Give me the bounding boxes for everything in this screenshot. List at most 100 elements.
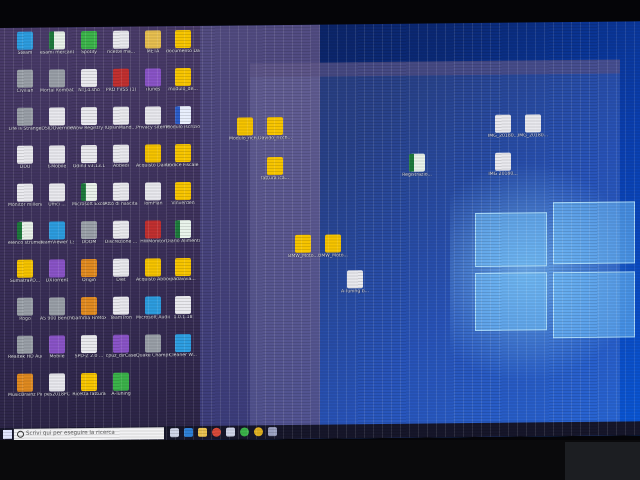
doc-file-icon xyxy=(49,107,65,126)
desktop-icon[interactable]: Wow Registry Cleaner xyxy=(72,106,106,132)
desktop-icon[interactable]: Steam xyxy=(8,31,42,57)
desktop-icon[interactable]: Realtek HD Audio Center xyxy=(8,335,42,361)
desktop-icon[interactable]: UpsinMand... xyxy=(104,106,138,132)
desktop-icon[interactable]: A-Tuning b... xyxy=(338,270,372,295)
desktop-icon[interactable]: Mobile xyxy=(40,335,74,360)
desktop-icon[interactable]: Diet xyxy=(104,258,138,284)
desktop-icon[interactable]: Uffici ... xyxy=(40,183,74,208)
desktop-icon[interactable]: IMG_20180... xyxy=(516,114,550,139)
desktop-icon[interactable]: Gamma Firefox xyxy=(72,296,106,322)
desktop-icon[interactable]: esami mercantil.xlsx xyxy=(40,31,74,56)
app4-file-icon xyxy=(17,373,33,392)
doc-file-icon xyxy=(81,144,97,164)
mail-icon[interactable] xyxy=(268,427,277,437)
search-icon xyxy=(17,430,24,438)
desktop-icon[interactable]: Rogo xyxy=(8,297,42,323)
desktop-icon-label: Acquisto Dainese V... xyxy=(136,163,170,169)
app3-file-icon xyxy=(113,334,129,353)
start-button[interactable] xyxy=(3,429,12,439)
desktop-icon[interactable]: TeamTron xyxy=(104,296,138,322)
desktop-icon[interactable]: Cleaner W... xyxy=(166,333,200,359)
desktop-icon[interactable]: DDU xyxy=(8,145,42,171)
desktop-icon[interactable]: Atto di nascita xyxy=(104,182,138,208)
desktop-icon[interactable]: Monitor millenager xyxy=(8,183,42,209)
desktop-icon[interactable]: Origin xyxy=(72,258,106,284)
desktop-icon[interactable]: Discrezione ... xyxy=(104,220,138,246)
desktop-icon[interactable]: pes2018PC xyxy=(40,373,74,398)
store-icon[interactable] xyxy=(226,427,235,437)
desktop-icon[interactable]: Vinverden xyxy=(166,181,200,207)
desktop-icon[interactable]: Microsoft Excel xyxy=(72,182,106,208)
desktop-icon[interactable]: SumatraPD... xyxy=(8,259,42,285)
desktop-icon[interactable]: TeamViewer 13 xyxy=(40,221,74,246)
desktop-icon-label: Monitor millenager xyxy=(8,202,42,208)
pdf-file-icon xyxy=(145,258,161,277)
desktop-icon-label: SumatraPD... xyxy=(9,278,41,284)
desktop-icon[interactable]: IMG 20180... xyxy=(486,152,520,178)
desktop-icon[interactable]: iTunes xyxy=(136,68,170,93)
desktop-icon[interactable]: TomPlan xyxy=(136,182,170,207)
desktop-icon-label: ricette ma... xyxy=(106,49,136,55)
desktop-icon[interactable]: Privacy siteme xyxy=(136,106,170,131)
desktop-icon[interactable]: HWMonitor xyxy=(136,220,170,245)
desktop-icon[interactable]: Abbedi xyxy=(104,144,138,170)
desktop-icon[interactable]: elenco strumenti... xyxy=(8,221,42,247)
desktop-icon[interactable]: Quake Champions xyxy=(136,334,170,359)
desktop-icon[interactable]: Acquisto Abbonam... xyxy=(136,258,170,283)
chrome-icon-3[interactable] xyxy=(254,427,263,437)
edge-icon[interactable] xyxy=(184,427,193,438)
desktop-icon[interactable]: NTJ.4.sho xyxy=(72,68,106,94)
pdf-file-icon xyxy=(175,143,191,163)
desktop-icon-label: Diet xyxy=(116,277,126,283)
doc-file-icon xyxy=(113,144,129,163)
chrome-icon[interactable] xyxy=(212,427,221,437)
desktop-icon[interactable]: Acquisto Dainese V... xyxy=(136,144,170,169)
desktop-icon[interactable]: Mortal Kombat X xyxy=(40,69,74,94)
desktop-icon-label: HWMonitor xyxy=(140,239,166,245)
desktop-icon-label: DOOM xyxy=(81,239,97,246)
desktop-icon[interactable]: Life is Strange xyxy=(8,107,42,133)
taskbar-search[interactable]: Scrivi qui per eseguire la ricerca xyxy=(14,427,164,441)
app3-file-icon xyxy=(49,259,65,278)
pdf-file-icon xyxy=(145,144,161,163)
doc-file-icon xyxy=(49,373,65,392)
app5-file-icon xyxy=(81,30,97,50)
desktop-icon[interactable]: Registrazio... xyxy=(400,153,434,178)
desktop-icon[interactable]: Civilian xyxy=(8,69,42,95)
desktop-icon[interactable]: META xyxy=(136,30,170,55)
desktop-icon[interactable]: Ricetta fattura xyxy=(72,372,106,398)
desktop-icon[interactable]: t-Mobile xyxy=(40,145,74,170)
app2-file-icon xyxy=(145,296,161,315)
desktop-icon[interactable]: ricette ma... xyxy=(104,30,138,56)
desktop-icon[interactable]: DXTorrent xyxy=(40,259,74,284)
desktop-icon[interactable]: DSIDOverride xyxy=(40,107,74,132)
desktop-icon[interactable]: PRO FVSS (1) xyxy=(104,68,138,94)
desktop-icon[interactable]: padavvia... xyxy=(166,257,200,283)
desktop-icon[interactable]: Codice Fiscale D... xyxy=(166,143,200,169)
desktop-icon[interactable]: MusicBrainz Picard xyxy=(8,373,42,399)
desktop-icon[interactable]: Spotify xyxy=(72,30,106,56)
desktop-icon[interactable]: documento Davide.pdf xyxy=(166,29,200,55)
desktop-icon[interactable]: IMG_20180... xyxy=(486,114,520,140)
desktop-icon[interactable]: fattura ica... xyxy=(258,157,292,182)
desktop-icon[interactable]: Davido_ricch... xyxy=(258,117,292,142)
desktop-icon[interactable]: A-Tuning xyxy=(104,372,138,398)
desktop-icon[interactable]: 1.0.1.18 xyxy=(166,295,200,321)
desktop-icon[interactable]: BMW_Moto... xyxy=(286,234,320,260)
desktop-icon[interactable]: Diario Alimentare xyxy=(166,219,200,245)
desktop-icon[interactable]: Odin3 v3.13.1 xyxy=(72,144,106,170)
desktop-icon[interactable]: BMW_Moto... xyxy=(316,234,350,259)
task-view-icon[interactable] xyxy=(170,428,179,438)
doc-file-icon xyxy=(49,183,65,202)
chrome-icon-2[interactable] xyxy=(240,427,249,437)
desktop-icon[interactable]: SPD-Z 2.0 ... xyxy=(72,334,106,360)
desktop-icon[interactable]: cpuz_dirCase xyxy=(104,334,138,360)
explorer-icon[interactable] xyxy=(198,427,207,437)
desktop-icon[interactable]: modulo_de... xyxy=(166,67,200,93)
desktop-icon[interactable]: Microsoft Audio Ctrl xyxy=(136,296,170,321)
desktop-icon[interactable]: AS 900 Benchmark xyxy=(40,297,74,322)
desktop-icon[interactable]: Modulo iscrizione xyxy=(166,105,200,131)
desktop-icon-label: DXTorrent xyxy=(45,278,69,284)
desktop-icon[interactable]: DOOM xyxy=(72,220,106,246)
desktop-icon[interactable]: Modulo_rich... xyxy=(228,117,262,142)
